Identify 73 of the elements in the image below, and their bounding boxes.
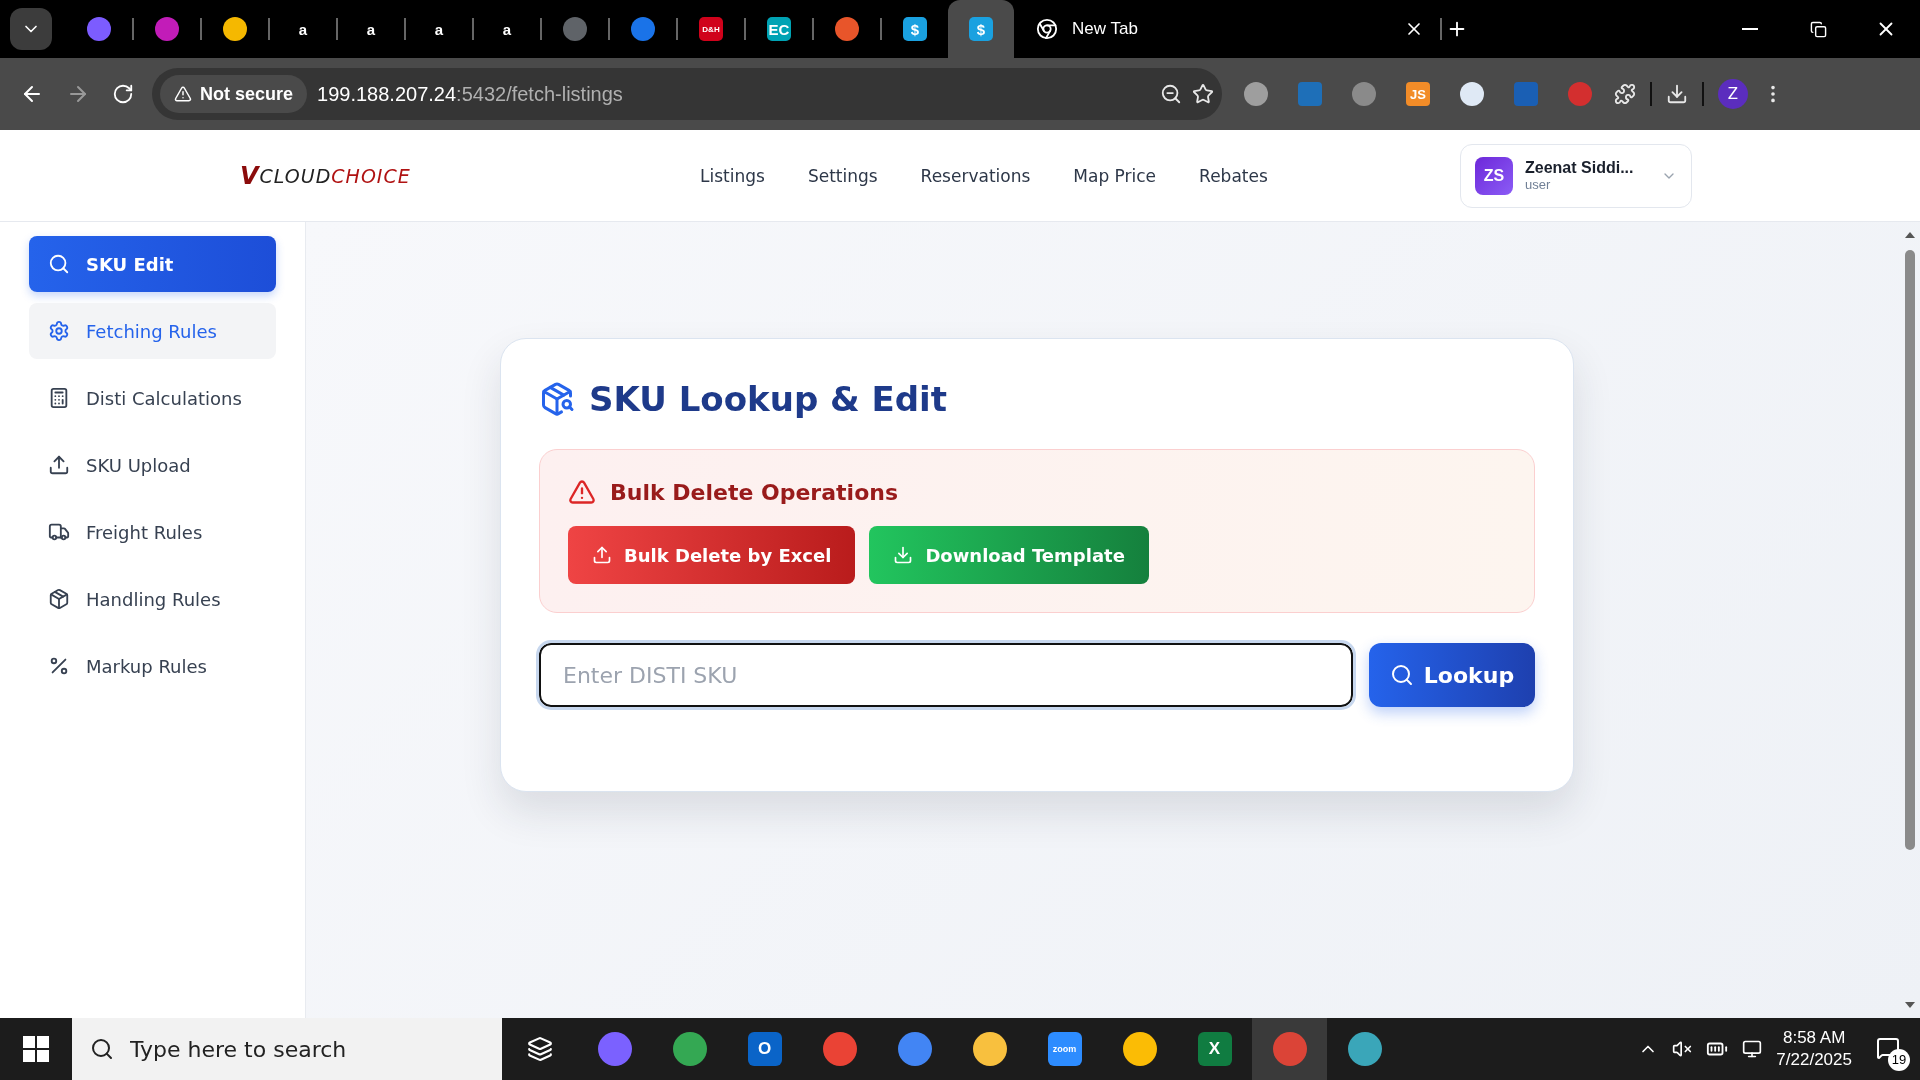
taskbar-search-field[interactable]: Type here to search [72,1018,502,1080]
extension-icon[interactable] [1244,82,1268,106]
app-icon: X [1197,1032,1232,1066]
pinned-tab[interactable]: a [474,7,540,51]
sidebar-item[interactable]: SKU Edit [29,236,276,292]
profile-avatar[interactable]: Z [1718,79,1748,109]
upload-icon [592,545,612,565]
url-text[interactable]: 199.188.207.24:5432/fetch-listings [317,82,1150,106]
favicon-icon: $ [903,17,927,41]
search-icon [1389,663,1414,687]
card-title: SKU Lookup & Edit [589,379,947,419]
nav-link[interactable]: Listings [700,165,765,186]
reload-icon [112,83,134,105]
windows-logo-icon [23,1036,49,1062]
zoom-out-icon[interactable] [1160,83,1182,105]
taskbar-app[interactable]: X [1177,1018,1252,1080]
task-view-icon [526,1036,553,1062]
pinned-tab[interactable]: a [338,7,404,51]
warning-icon [568,478,596,506]
sidebar-item-icon [48,655,70,677]
user-role: user [1525,177,1551,192]
sidebar-item-icon [48,521,70,543]
restore-icon [1809,20,1827,38]
favicon-icon: EC [767,17,791,41]
app-icon: O [747,1032,782,1066]
monitor-icon[interactable] [1742,1039,1763,1059]
pinned-tab[interactable]: D&H [678,7,744,51]
download-icon [893,545,914,565]
sidebar-item-icon [48,387,70,409]
download-template-button[interactable]: Download Template [869,526,1149,584]
clock[interactable]: 8:58 AM 7/22/2025 [1776,1026,1852,1072]
nav-link[interactable]: Settings [807,165,878,186]
notification-count: 19 [1888,1048,1910,1071]
nav-link[interactable]: Reservations [920,165,1031,186]
nav-link[interactable]: Map Price [1073,165,1157,186]
sku-input-field[interactable]: Enter DISTI SKU [539,643,1353,707]
sidebar-item[interactable]: Fetching Rules [29,303,276,359]
extension-icon[interactable] [1460,82,1484,106]
warning-icon [174,85,192,103]
sidebar-item[interactable]: Freight Rules [29,504,276,560]
lookup-button[interactable]: Lookup [1369,643,1535,707]
favicon-icon: D&H [699,17,723,41]
favicon-icon: $ [969,17,993,41]
sidebar-item-icon [48,454,70,476]
download-icon[interactable] [1666,83,1688,105]
sidebar-item[interactable]: Disti Calculations [29,370,276,426]
cloudchoice-logo[interactable]: VCLOUDCHOICE [240,161,700,190]
chrome-icon [1036,18,1058,40]
browser-tab[interactable]: New Tab [1020,7,1440,51]
muted-speaker-icon[interactable] [1672,1039,1693,1059]
user-menu[interactable]: ZS Zeenat Siddi... user [1460,143,1692,208]
extensions-puzzle-icon[interactable] [1614,83,1636,105]
sidebar-item[interactable]: Handling Rules [29,571,276,627]
pinned-tab[interactable]: a [270,7,336,51]
user-avatar: ZS [1475,156,1513,195]
sidebar-item-icon [48,588,70,610]
user-name: Zeenat Siddi... [1525,159,1634,177]
taskbar-app[interactable]: O [727,1018,802,1080]
sidebar-item[interactable]: Markup Rules [29,638,276,694]
pinned-tab[interactable]: a [406,7,472,51]
app-icon: zoom [1047,1032,1082,1066]
sidebar-item[interactable]: SKU Upload [29,437,276,493]
alert-title: Bulk Delete Operations [610,479,898,505]
bookmark-star-icon[interactable] [1192,83,1214,105]
search-icon [90,1037,114,1061]
nav-link[interactable]: Rebates [1199,165,1268,186]
tab-search-button[interactable] [10,8,52,50]
security-chip[interactable]: Not secure [160,75,308,113]
sidebar-item-icon [48,320,70,342]
package-search-icon [539,381,575,417]
bulk-delete-button[interactable]: Bulk Delete by Excel [568,526,856,584]
sidebar-item-icon [48,253,70,275]
minimize-icon [1742,28,1758,30]
